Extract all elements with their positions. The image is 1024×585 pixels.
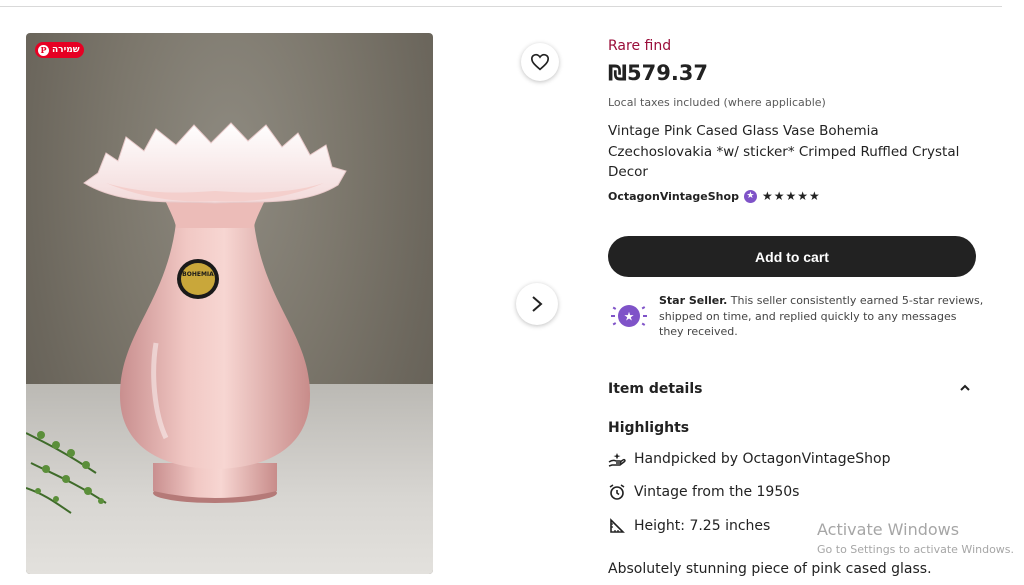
highlight-vintage: Vintage from the 1950s bbox=[608, 483, 799, 501]
handpicked-shop-link[interactable]: OctagonVintageShop bbox=[743, 451, 891, 467]
highlight-height: Height: 7.25 inches bbox=[608, 517, 770, 535]
vase-illustration: BOHEMIA bbox=[26, 122, 347, 514]
clock-icon bbox=[608, 483, 626, 501]
product-image[interactable]: BOHEMIA bbox=[26, 33, 433, 574]
svg-text:BOHEMIA: BOHEMIA bbox=[182, 271, 214, 278]
height-text: Height: 7.25 inches bbox=[634, 518, 771, 534]
rare-find-label: Rare find bbox=[608, 38, 672, 54]
top-divider bbox=[0, 6, 1002, 7]
product-title: Vintage Pink Cased Glass Vase Bohemia Cz… bbox=[608, 123, 960, 180]
vintage-text: Vintage from the 1950s bbox=[634, 484, 800, 500]
shop-info: OctagonVintageShop ★ ★★★★★ bbox=[608, 189, 821, 203]
hand-picked-icon bbox=[608, 450, 626, 468]
star-seller-badge-icon: ★ bbox=[743, 189, 757, 203]
greenery-sprig bbox=[26, 432, 107, 514]
star-seller-description: Star Seller. This seller consistently ea… bbox=[659, 293, 984, 340]
activate-windows-title: Activate Windows bbox=[817, 520, 960, 539]
add-to-cart-button[interactable]: Add to cart bbox=[608, 236, 976, 277]
favorite-button[interactable] bbox=[521, 43, 559, 81]
activate-windows-subtitle: Go to Settings to activate Windows. bbox=[817, 543, 1015, 556]
shop-name-link[interactable]: OctagonVintageShop bbox=[608, 190, 739, 203]
handpicked-prefix: Handpicked by bbox=[634, 451, 743, 467]
star-seller-title: Star Seller. bbox=[659, 294, 728, 307]
star-seller-icon: ★ bbox=[611, 305, 647, 327]
ruler-icon bbox=[608, 517, 626, 535]
heart-icon bbox=[530, 53, 550, 71]
chevron-right-icon bbox=[532, 296, 543, 312]
price: ₪579.37 bbox=[608, 61, 709, 85]
item-details-toggle[interactable]: Item details bbox=[608, 381, 702, 397]
next-image-button[interactable] bbox=[516, 283, 558, 325]
rating-stars[interactable]: ★★★★★ bbox=[762, 189, 821, 203]
svg-text:★: ★ bbox=[624, 310, 635, 324]
pinterest-icon: P bbox=[38, 44, 49, 56]
taxes-note: Local taxes included (where applicable) bbox=[608, 96, 826, 109]
pinterest-save-label: שמירה bbox=[52, 45, 80, 55]
pinterest-save-button[interactable]: P שמירה bbox=[35, 42, 84, 58]
highlight-handpicked: Handpicked by OctagonVintageShop bbox=[608, 450, 890, 468]
chevron-up-icon[interactable] bbox=[958, 383, 972, 393]
item-description: Absolutely stunning piece of pink cased … bbox=[608, 561, 932, 577]
highlights-heading: Highlights bbox=[608, 420, 690, 436]
